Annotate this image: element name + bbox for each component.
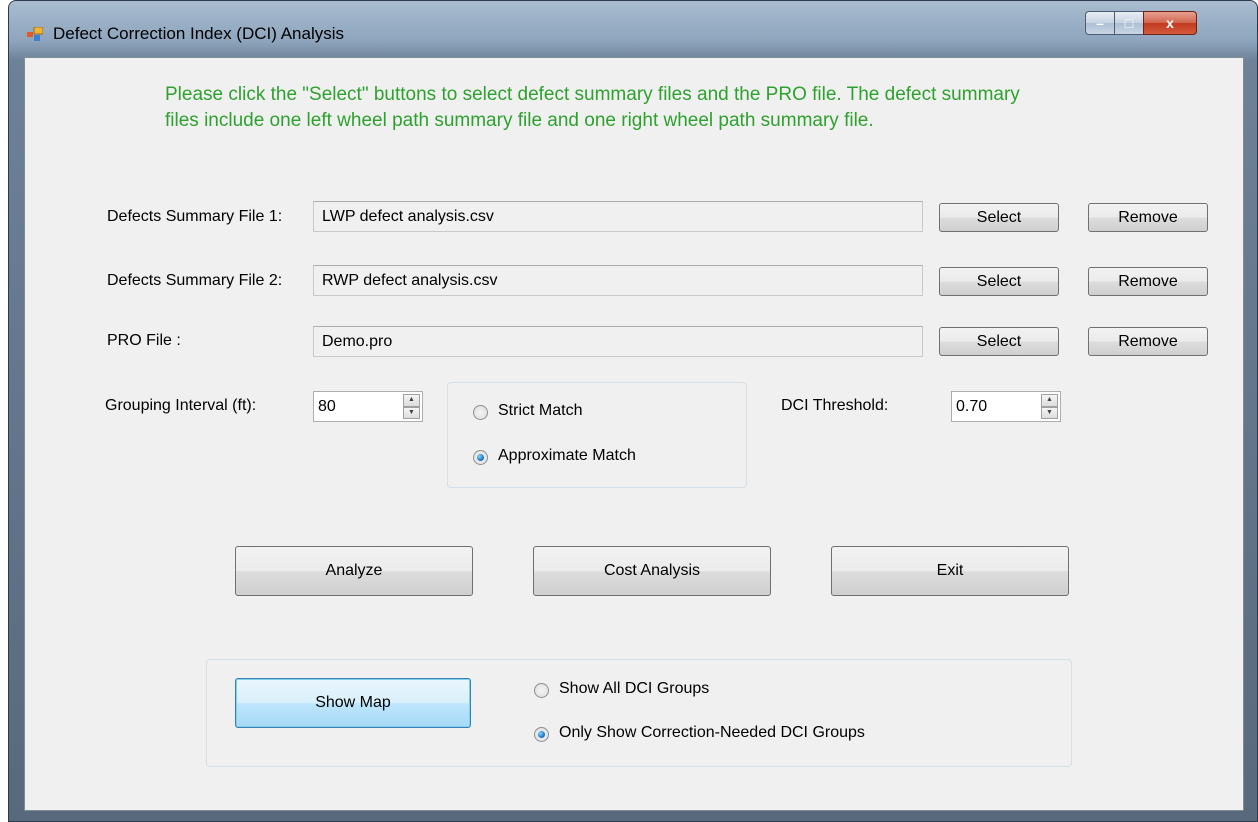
map-options-group: Show Map Show All DCI Groups Only Show C… <box>206 659 1072 767</box>
dci-threshold-stepper[interactable]: 0.70 ▲ ▼ <box>951 391 1061 422</box>
spin-up-icon[interactable]: ▲ <box>403 394 420 407</box>
show-map-button[interactable]: Show Map <box>235 678 471 728</box>
file1-label: Defects Summary File 1: <box>107 208 283 225</box>
pro-file-select-button[interactable]: Select <box>939 327 1059 356</box>
cost-analysis-button[interactable]: Cost Analysis <box>533 546 771 596</box>
form-client-area: Please click the "Select" buttons to sel… <box>24 57 1244 811</box>
exit-button[interactable]: Exit <box>831 546 1069 596</box>
approximate-match-label[interactable]: Approximate Match <box>498 447 636 465</box>
file2-remove-button[interactable]: Remove <box>1088 267 1208 296</box>
app-window: Defect Correction Index (DCI) Analysis –… <box>8 0 1258 822</box>
strict-match-radio[interactable] <box>473 405 488 420</box>
maximize-button[interactable]: □ <box>1114 11 1144 35</box>
spin-down-icon[interactable]: ▼ <box>1041 406 1058 419</box>
instructions-text: Please click the "Select" buttons to sel… <box>165 84 1020 131</box>
maximize-icon: □ <box>1124 15 1134 31</box>
title-bar[interactable]: Defect Correction Index (DCI) Analysis –… <box>9 1 1257 57</box>
dci-threshold-spin-buttons[interactable]: ▲ ▼ <box>1041 394 1058 419</box>
grouping-interval-stepper[interactable]: 80 ▲ ▼ <box>313 391 423 422</box>
file1-remove-button[interactable]: Remove <box>1088 203 1208 232</box>
pro-file-path-field[interactable]: Demo.pro <box>313 326 923 357</box>
pro-file-label: PRO File : <box>107 332 181 349</box>
close-button[interactable]: x <box>1143 11 1197 35</box>
dci-threshold-value: 0.70 <box>956 398 988 415</box>
only-correction-needed-label[interactable]: Only Show Correction-Needed DCI Groups <box>559 724 865 742</box>
file2-label: Defects Summary File 2: <box>107 272 283 289</box>
pro-file-remove-button[interactable]: Remove <box>1088 327 1208 356</box>
minimize-button[interactable]: – <box>1085 11 1115 35</box>
spin-down-icon[interactable]: ▼ <box>403 406 420 419</box>
dci-threshold-label: DCI Threshold: <box>781 397 889 414</box>
file1-path-field[interactable]: LWP defect analysis.csv <box>313 201 923 232</box>
strict-match-label[interactable]: Strict Match <box>498 402 582 420</box>
window-title: Defect Correction Index (DCI) Analysis <box>53 24 344 43</box>
file2-select-button[interactable]: Select <box>939 267 1059 296</box>
app-icon <box>27 27 43 41</box>
grouping-interval-value: 80 <box>318 398 336 415</box>
close-icon: x <box>1166 15 1174 31</box>
match-type-group: Strict Match Approximate Match <box>447 382 747 488</box>
analyze-button[interactable]: Analyze <box>235 546 473 596</box>
grouping-interval-label: Grouping Interval (ft): <box>105 397 257 414</box>
only-correction-needed-radio[interactable] <box>534 727 549 742</box>
file2-path-field[interactable]: RWP defect analysis.csv <box>313 265 923 296</box>
spin-up-icon[interactable]: ▲ <box>1041 394 1058 407</box>
show-all-dci-groups-radio[interactable] <box>534 683 549 698</box>
minimize-icon: – <box>1096 15 1104 31</box>
grouping-interval-spin-buttons[interactable]: ▲ ▼ <box>403 394 420 419</box>
file1-select-button[interactable]: Select <box>939 203 1059 232</box>
show-all-dci-groups-label[interactable]: Show All DCI Groups <box>559 680 709 698</box>
approximate-match-radio[interactable] <box>473 450 488 465</box>
